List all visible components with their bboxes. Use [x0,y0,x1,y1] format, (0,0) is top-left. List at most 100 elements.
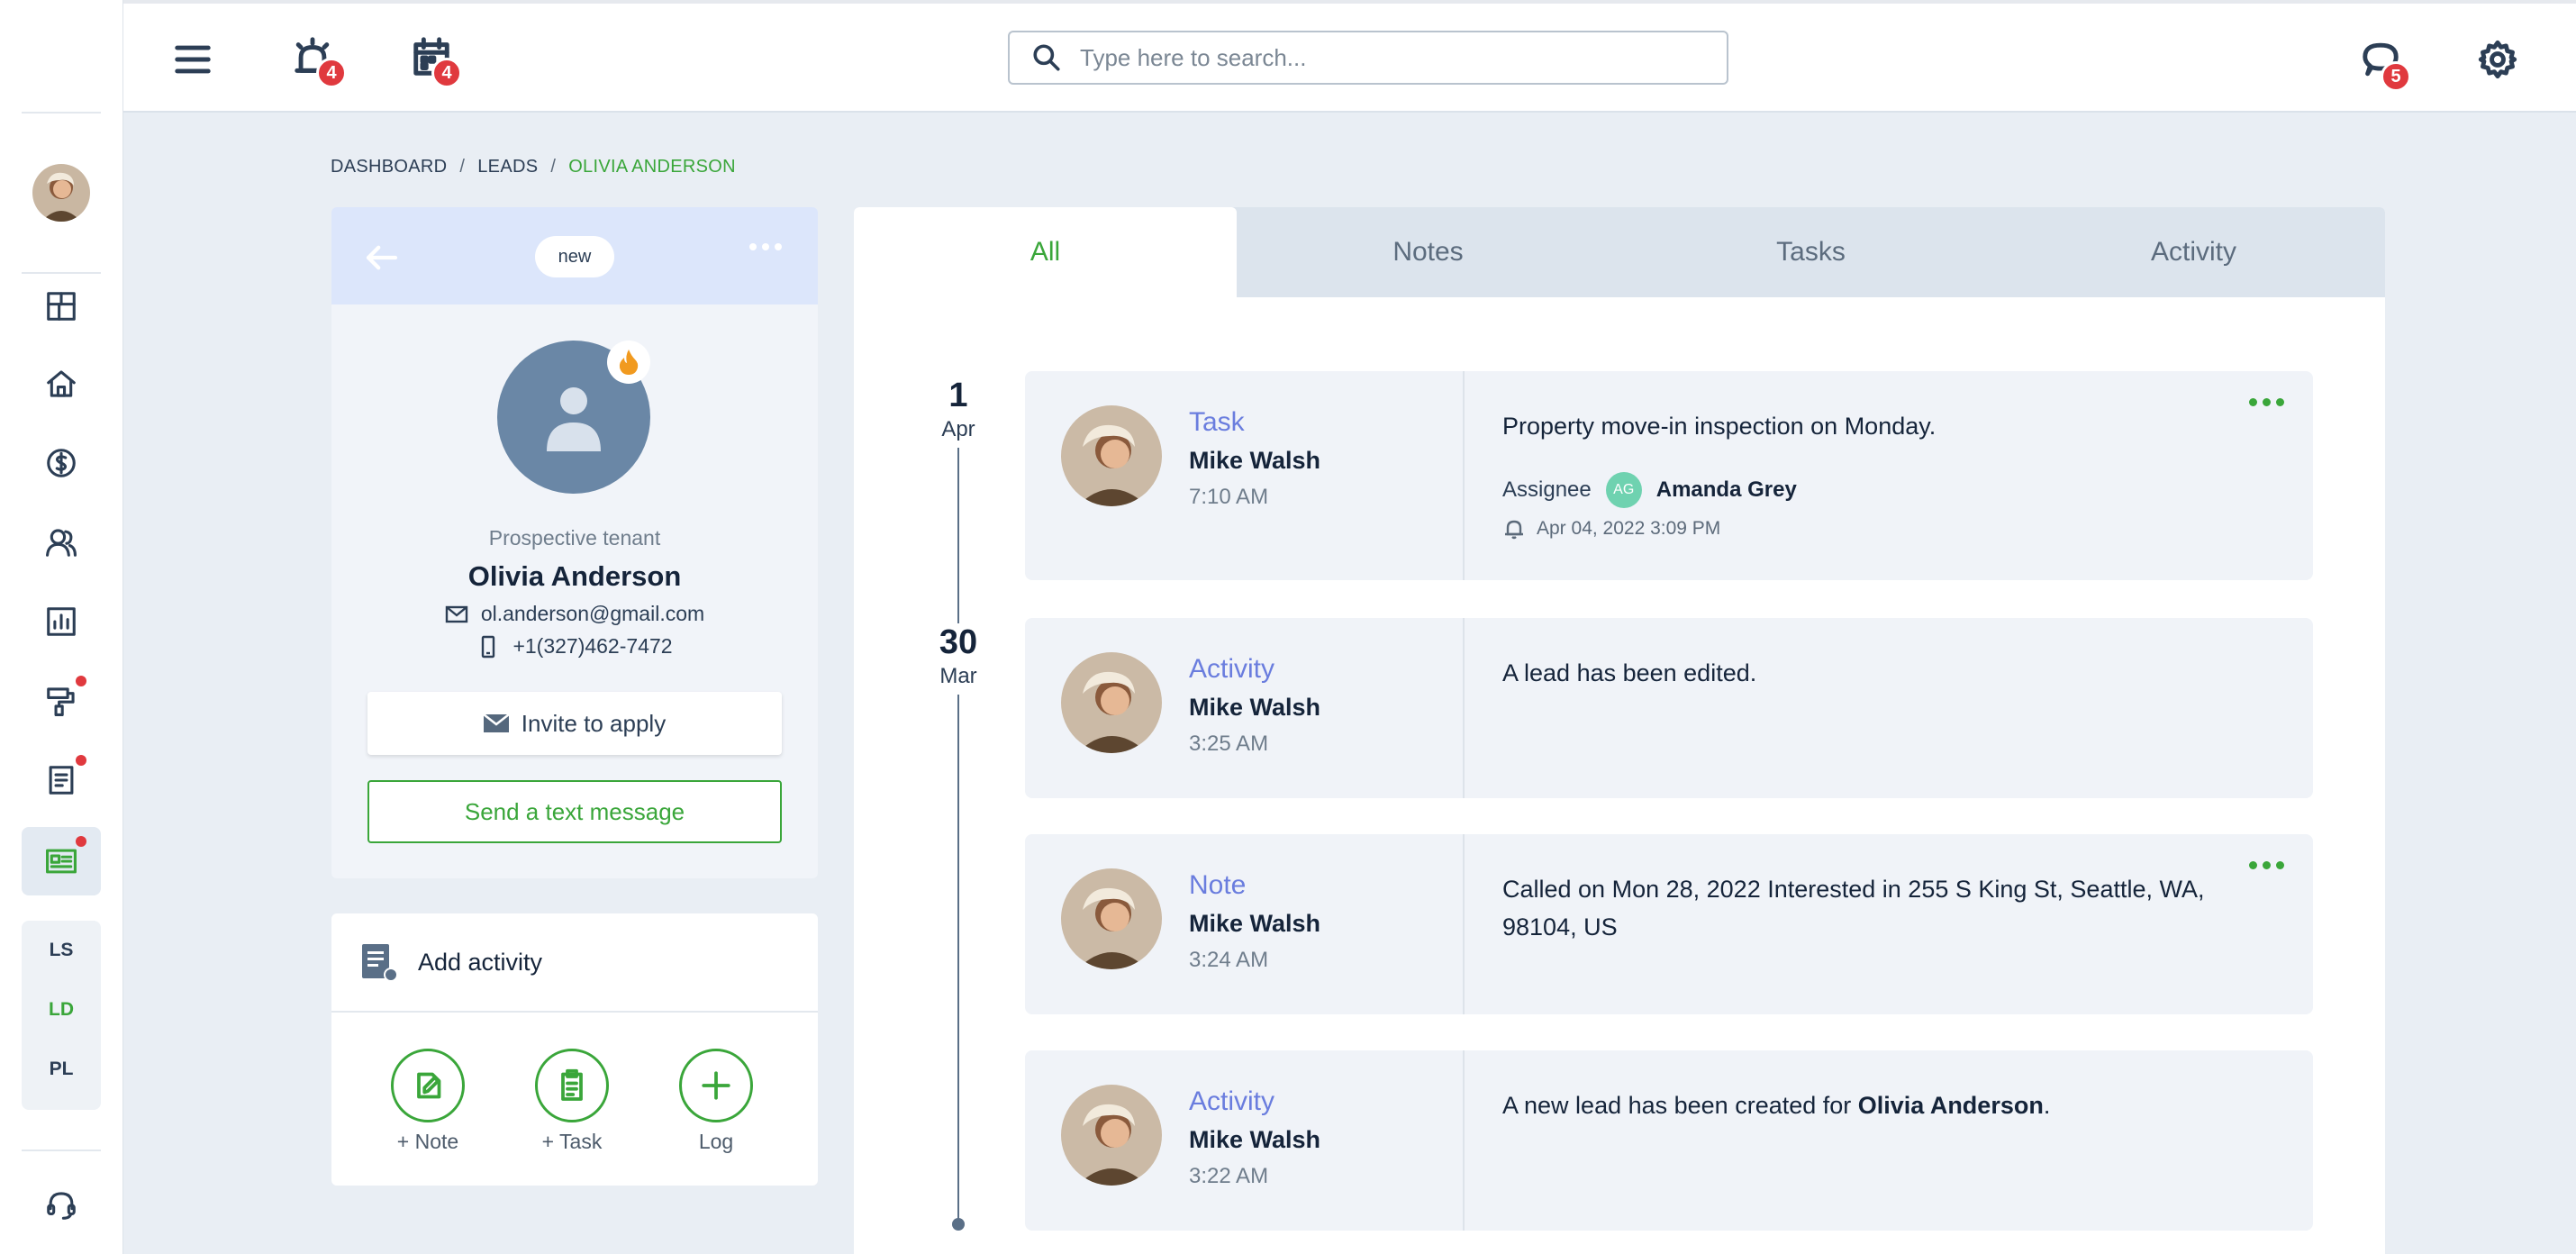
envelope-icon [483,713,509,732]
rail-abbr-ld[interactable]: LD [22,980,101,1040]
entry-reminder: Apr 04, 2022 3:09 PM [1502,517,1720,541]
leads-notification-dot [76,836,86,847]
hot-lead-fire-icon [607,341,650,384]
timeline-end-dot [952,1218,965,1231]
log-activity-button[interactable]: Log [667,1049,766,1154]
bell-icon [1505,520,1523,540]
entry-text: Property move-in inspection on Monday. [1502,413,1937,440]
send-text-message-button[interactable]: Send a text message [367,780,782,843]
rail-abbr-ls[interactable]: LS [22,921,101,980]
left-rail: LS LD PL [0,0,123,1254]
author-avatar [1061,652,1162,753]
back-arrow-icon[interactable] [364,240,400,276]
tab-all[interactable]: All [854,207,1237,297]
tab-notes[interactable]: Notes [1237,207,1619,297]
add-activity-title: Add activity [418,948,543,976]
search-box[interactable] [1008,31,1728,85]
timeline-panel: All Notes Tasks Activity 1 Apr 30 Mar Ta… [854,207,2385,1254]
entry-type: Note [1189,870,1247,900]
alerts-badge: 4 [316,58,347,88]
leads-icon[interactable] [40,840,83,883]
person-placeholder-icon [547,387,601,451]
entry-text: A new lead has been created for Olivia A… [1502,1092,2051,1119]
timeline-entry[interactable]: Activity Mike Walsh 3:22 AM A new lead h… [1025,1050,2313,1231]
entry-type: Activity [1189,1086,1275,1116]
tab-tasks[interactable]: Tasks [1619,207,2002,297]
lead-email-row: ol.anderson@gmail.com [331,602,818,626]
entry-author: Mike Walsh [1189,1126,1321,1153]
rail-abbr-pl[interactable]: PL [22,1040,101,1099]
entry-text: Called on Mon 28, 2022 Interested in 255… [1502,876,2205,940]
documents-icon[interactable] [40,759,83,802]
entry-type: Activity [1189,654,1275,684]
date-marker: 1 Apr [917,377,1000,448]
menu-icon[interactable] [168,34,218,85]
lead-link[interactable]: Olivia Anderson [1858,1092,2044,1119]
breadcrumb-leads[interactable]: LEADS [477,157,538,177]
search-icon [1033,44,1060,71]
entry-time: 3:25 AM [1189,732,1269,756]
maintenance-icon[interactable] [40,679,83,722]
entry-author: Mike Walsh [1189,910,1321,937]
author-avatar [1061,1085,1162,1186]
entry-assignee: Assignee AG Amanda Grey [1502,472,1797,508]
reports-icon[interactable] [40,600,83,643]
profile-header: new [331,207,818,304]
note-edit-icon [417,1072,441,1099]
assignee-name: Amanda Grey [1655,477,1797,502]
status-badge: new [535,236,614,277]
messages-badge: 5 [2381,61,2411,92]
entry-time: 7:10 AM [1189,485,1269,509]
entry-author: Mike Walsh [1189,447,1321,474]
entry-type: Task [1189,407,1245,437]
timeline-entry[interactable]: Note Mike Walsh 3:24 AM Called on Mon 28… [1025,834,2313,1014]
invite-to-apply-button[interactable]: Invite to apply [367,692,782,755]
home-icon[interactable] [40,362,83,405]
maintenance-notification-dot [76,676,86,686]
entry-more-icon[interactable] [2249,398,2284,406]
add-activity-card: Add activity + Note + Task Log [331,913,818,1186]
documents-notification-dot [76,755,86,766]
top-bar: 4 4 5 [123,0,2576,113]
author-avatar [1061,405,1162,506]
people-icon[interactable] [40,521,83,564]
activity-document-icon [362,944,398,982]
entry-more-icon[interactable] [2249,861,2284,869]
add-task-button[interactable]: + Task [522,1049,621,1154]
timeline-entry[interactable]: Task Mike Walsh 7:10 AM Property move-in… [1025,371,2313,580]
plus-icon [702,1071,730,1100]
payments-icon[interactable] [40,441,83,485]
tab-activity[interactable]: Activity [2002,207,2385,297]
lead-role: Prospective tenant [488,526,661,550]
entry-time: 3:24 AM [1189,948,1269,972]
support-headset-icon[interactable] [40,1184,83,1227]
entry-author: Mike Walsh [1189,694,1321,721]
rail-divider [22,272,101,274]
lead-phone[interactable]: +1(327)462-7472 [512,634,672,659]
author-avatar [1061,868,1162,969]
rail-abbreviation-group: LS LD PL [22,921,101,1110]
breadcrumb: DASHBOARD / LEADS / OLIVIA ANDERSON [331,157,736,177]
timeline-tabs: All Notes Tasks Activity [854,207,2385,297]
mail-icon [445,605,468,622]
dashboard-icon[interactable] [40,285,83,328]
timeline-entry[interactable]: Activity Mike Walsh 3:25 AM A lead has b… [1025,618,2313,798]
add-activity-header: Add activity [331,913,818,1013]
profile-more-icon[interactable] [749,243,782,250]
rail-divider [22,112,101,114]
lead-email[interactable]: ol.anderson@gmail.com [481,602,704,626]
timeline-line [957,686,959,1223]
entry-text: A lead has been edited. [1502,659,1757,686]
calendar-badge: 4 [431,58,462,88]
user-avatar[interactable] [32,164,90,222]
assignee-avatar: AG [1605,472,1642,508]
lead-name: Olivia Anderson [467,560,682,592]
add-note-button[interactable]: + Note [378,1049,477,1154]
date-marker: 30 Mar [917,623,1000,695]
search-input[interactable] [1080,43,1692,72]
lead-phone-row: +1(327)462-7472 [331,634,818,659]
breadcrumb-current: OLIVIA ANDERSON [568,157,736,177]
breadcrumb-dashboard[interactable]: DASHBOARD [331,157,447,177]
lead-profile-card: new Prospective tenant Olivia Anderson o… [331,207,818,878]
settings-gear-icon[interactable] [2472,34,2523,85]
